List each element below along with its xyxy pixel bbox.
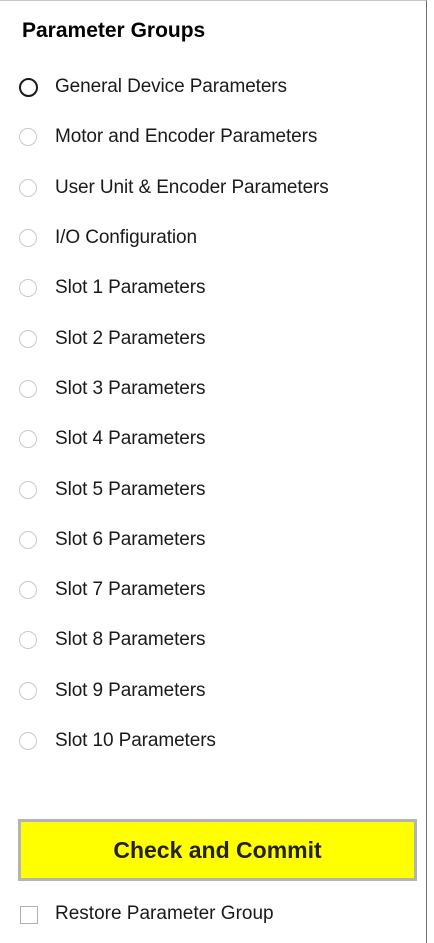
radio-label: Slot 1 Parameters (55, 277, 206, 299)
radio-button-icon[interactable] (19, 229, 37, 248)
parameter-groups-panel: Parameter Groups General Device Paramete… (0, 0, 427, 943)
radio-label: User Unit & Encoder Parameters (55, 176, 329, 198)
radio-button-icon[interactable] (19, 530, 37, 549)
radio-slot-2-parameters[interactable]: Slot 2 Parameters (0, 314, 427, 364)
radio-button-icon[interactable] (19, 78, 38, 98)
radio-slot-9-parameters[interactable]: Slot 9 Parameters (0, 667, 427, 717)
radio-label: I/O Configuration (55, 226, 197, 248)
radio-label: Slot 2 Parameters (55, 327, 206, 349)
radio-label: Slot 3 Parameters (55, 377, 206, 399)
radio-button-icon[interactable] (19, 279, 37, 298)
radio-label: Slot 9 Parameters (55, 679, 206, 701)
radio-label: Slot 7 Parameters (55, 579, 206, 601)
radio-button-icon[interactable] (19, 430, 37, 449)
radio-user-unit-encoder-parameters[interactable]: User Unit & Encoder Parameters (0, 164, 427, 214)
radio-label: Slot 4 Parameters (55, 428, 206, 450)
radio-button-icon[interactable] (19, 631, 37, 650)
radio-button-icon[interactable] (19, 581, 37, 600)
check-and-commit-label: Check and Commit (113, 836, 322, 863)
radio-button-icon[interactable] (19, 128, 37, 147)
radio-label: Slot 8 Parameters (55, 629, 206, 651)
radio-label: Motor and Encoder Parameters (55, 126, 318, 148)
radio-button-icon[interactable] (19, 732, 37, 750)
parameter-group-radio-list: General Device Parameters Motor and Enco… (0, 63, 427, 767)
radio-button-icon[interactable] (19, 681, 37, 700)
radio-label: General Device Parameters (55, 76, 287, 98)
checkbox-icon[interactable] (20, 906, 38, 924)
radio-general-device-parameters[interactable]: General Device Parameters (0, 63, 427, 113)
radio-slot-5-parameters[interactable]: Slot 5 Parameters (0, 465, 427, 515)
radio-io-configuration[interactable]: I/O Configuration (0, 214, 427, 264)
radio-slot-7-parameters[interactable]: Slot 7 Parameters (0, 566, 427, 616)
radio-slot-8-parameters[interactable]: Slot 8 Parameters (0, 616, 427, 666)
restore-parameter-group-option[interactable]: Restore Parameter Group (0, 897, 427, 933)
radio-motor-and-encoder-parameters[interactable]: Motor and Encoder Parameters (0, 113, 427, 163)
radio-button-icon[interactable] (19, 178, 37, 197)
radio-button-icon[interactable] (19, 480, 37, 499)
radio-label: Slot 10 Parameters (55, 729, 216, 751)
radio-slot-6-parameters[interactable]: Slot 6 Parameters (0, 516, 427, 566)
radio-slot-10-parameters[interactable]: Slot 10 Parameters (0, 717, 427, 767)
radio-slot-4-parameters[interactable]: Slot 4 Parameters (0, 415, 427, 465)
radio-label: Slot 5 Parameters (55, 478, 206, 500)
restore-parameter-group-label: Restore Parameter Group (55, 903, 274, 924)
radio-slot-3-parameters[interactable]: Slot 3 Parameters (0, 365, 427, 415)
radio-button-icon[interactable] (19, 329, 37, 348)
panel-title: Parameter Groups (22, 19, 206, 42)
radio-slot-1-parameters[interactable]: Slot 1 Parameters (0, 264, 427, 314)
check-and-commit-button[interactable]: Check and Commit (18, 819, 417, 881)
radio-label: Slot 6 Parameters (55, 528, 206, 550)
radio-button-icon[interactable] (19, 379, 37, 398)
